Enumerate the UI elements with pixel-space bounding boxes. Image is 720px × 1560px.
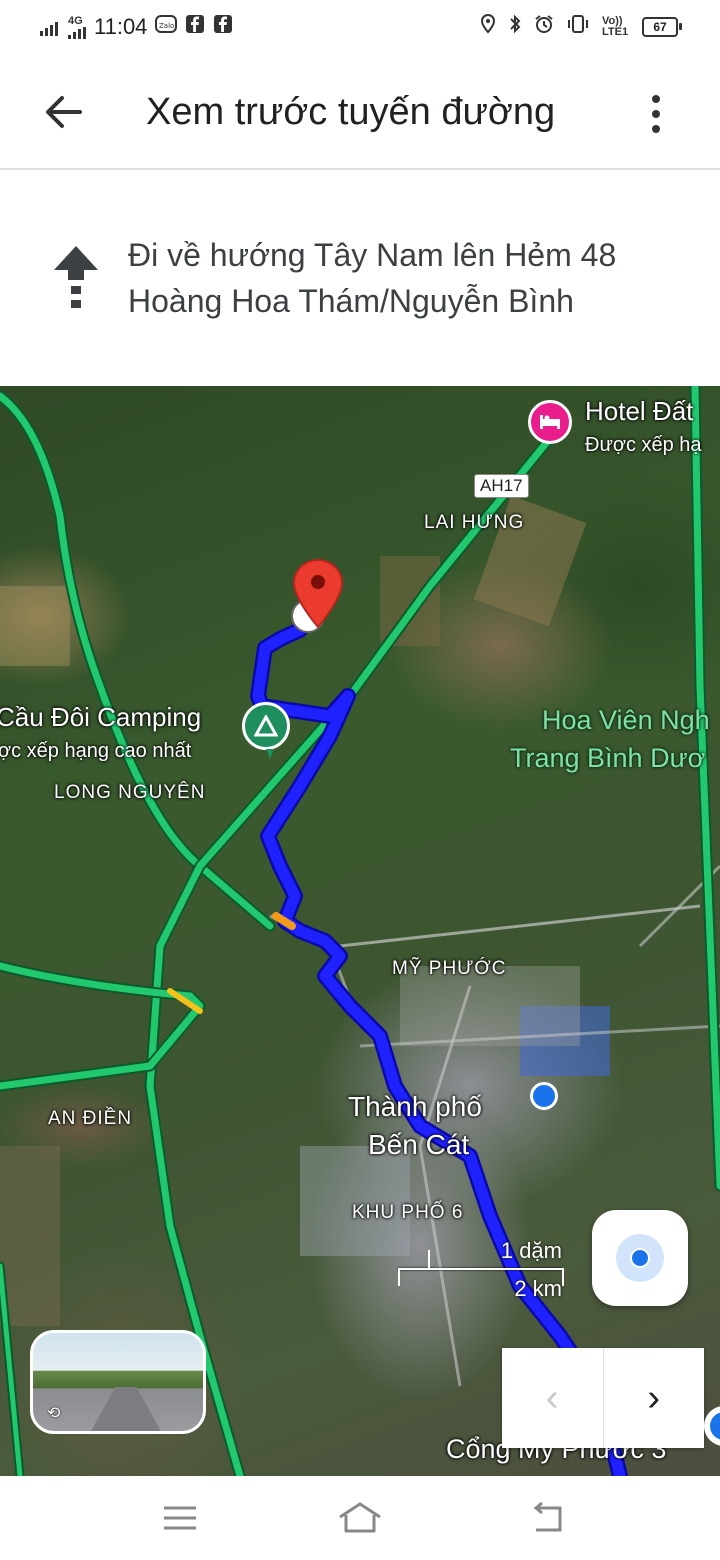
more-options-button[interactable] xyxy=(636,86,676,142)
area-label-khu-pho-6: KHU PHỐ 6 xyxy=(352,1202,464,1223)
area-label-long-nguyen: LONG NGUYÊN xyxy=(54,782,206,803)
direction-instruction: Đi về hướng Tây Nam lên Hẻm 48 Hoàng Hoa… xyxy=(0,170,720,386)
back-nav-icon xyxy=(533,1502,562,1532)
alarm-icon xyxy=(534,14,554,39)
hotel-marker[interactable] xyxy=(528,400,572,444)
tent-icon xyxy=(254,715,278,737)
home-button[interactable] xyxy=(330,1496,390,1540)
camping-rating: ợc xếp hạng cao nhất xyxy=(0,740,192,762)
status-bar-left: 4G 11:04 Zalo xyxy=(40,14,233,40)
street-view-thumbnail[interactable]: ⟲ xyxy=(30,1330,206,1434)
instruction-text: Đi về hướng Tây Nam lên Hẻm 48 Hoàng Hoa… xyxy=(128,237,617,319)
hotel-rating: Được xếp hạ xyxy=(585,434,702,456)
facebook-icon xyxy=(185,14,205,40)
signal-icon xyxy=(40,18,58,36)
signal-icon-2 xyxy=(68,26,86,39)
current-location-dot xyxy=(530,1082,558,1110)
my-location-icon xyxy=(616,1234,664,1282)
battery-level: 67 xyxy=(642,16,678,37)
previous-step-button[interactable]: ‹ xyxy=(502,1348,604,1448)
hoa-vien-line2: Trang Bình Dươ xyxy=(510,743,706,773)
location-icon xyxy=(480,13,496,39)
city-label-line1: Thành phố xyxy=(348,1091,482,1122)
map-roads xyxy=(0,386,720,1476)
destination-marker[interactable] xyxy=(290,558,346,638)
status-bar: 4G 11:04 Zalo Vo)) LTE1 67 xyxy=(0,0,720,58)
vibrate-icon xyxy=(566,14,590,39)
camping-marker[interactable] xyxy=(242,702,290,759)
network-type: 4G xyxy=(68,14,83,27)
hoa-vien-line1: Hoa Viên Ngh xyxy=(542,705,710,735)
back-nav-button[interactable] xyxy=(518,1496,578,1540)
back-button[interactable] xyxy=(40,88,88,136)
road-shield: AH17 xyxy=(474,474,529,498)
map-scale: 1 dặm 2 km xyxy=(398,1232,564,1302)
straight-arrow-icon xyxy=(54,246,98,308)
status-bar-right: Vo)) LTE1 67 xyxy=(480,13,682,39)
area-label-an-dien: AN ĐIỀN xyxy=(48,1108,133,1129)
camping-name[interactable]: Cầu Đôi Camping xyxy=(0,702,201,733)
recents-button[interactable] xyxy=(150,1496,210,1540)
area-label-lai-hung: LAI HƯNG xyxy=(424,512,525,533)
hotel-name[interactable]: Hotel Đất xyxy=(585,396,693,427)
next-step-button[interactable]: › xyxy=(604,1348,705,1448)
arrow-back-icon xyxy=(46,96,82,128)
system-nav-bar xyxy=(0,1476,720,1560)
step-navigation: ‹ › xyxy=(502,1348,704,1448)
bluetooth-icon xyxy=(508,14,522,39)
my-location-button[interactable] xyxy=(592,1210,688,1306)
zalo-icon: Zalo xyxy=(155,14,178,40)
scale-miles: 1 dặm xyxy=(500,1238,562,1263)
more-vert-icon xyxy=(652,95,660,103)
pin-icon xyxy=(291,558,344,633)
clock: 11:04 xyxy=(94,14,148,39)
map-view[interactable]: Hotel Đất Được xếp hạ AH17 LAI HƯNG Cầu … xyxy=(0,386,720,1476)
app-bar: Xem trước tuyến đường xyxy=(0,58,720,170)
network-indicator: 4G xyxy=(68,14,86,39)
menu-icon xyxy=(164,1506,196,1530)
home-icon xyxy=(339,1502,381,1533)
battery-icon: 67 xyxy=(642,16,682,37)
rotate-360-icon: ⟲ xyxy=(47,1405,61,1422)
city-label-line2: Bến Cát xyxy=(368,1129,470,1160)
svg-text:Zalo: Zalo xyxy=(159,22,174,30)
facebook-icon xyxy=(213,14,233,40)
bed-icon xyxy=(540,415,560,429)
scale-km: 2 km xyxy=(514,1276,562,1301)
area-label-my-phuoc: MỸ PHƯỚC xyxy=(392,958,507,979)
volte-indicator: Vo)) LTE1 xyxy=(602,14,629,38)
page-title: Xem trước tuyến đường xyxy=(146,91,556,133)
